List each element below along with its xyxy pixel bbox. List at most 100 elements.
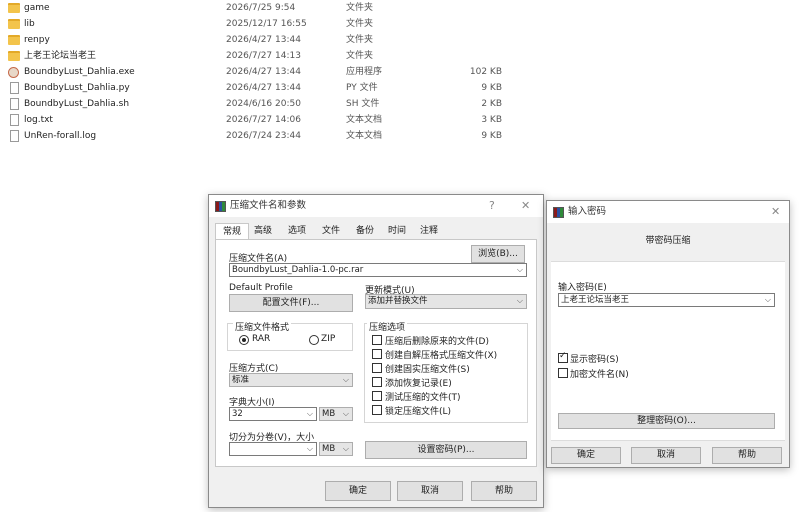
file-size: 2 KB	[481, 99, 502, 109]
method-select[interactable]: 标准 ⌵	[229, 373, 353, 387]
tab-comment[interactable]: 注释	[415, 223, 443, 239]
show-password-checkbox[interactable]	[558, 351, 568, 363]
file-name: log.txt	[24, 115, 53, 125]
file-row[interactable]: UnRen-forall.log 2026/7/24 23:44 文本文档 9 KB	[0, 128, 560, 144]
option-checkbox[interactable]	[372, 391, 382, 401]
file-row[interactable]: log.txt 2026/7/27 14:06 文本文档 3 KB	[0, 112, 560, 128]
option-checkbox[interactable]	[372, 349, 382, 359]
file-size: 9 KB	[481, 131, 502, 141]
archive-name-value: BoundbyLust_Dahlia-1.0-pc.rar	[232, 265, 364, 275]
update-mode-select[interactable]: 添加并替换文件 ⌵	[365, 294, 527, 309]
tab-time[interactable]: 时间	[383, 223, 411, 239]
file-type: 文件夹	[346, 3, 374, 13]
password-help-button[interactable]: 帮助	[712, 447, 782, 464]
file-name: game	[24, 3, 50, 13]
close-icon[interactable]: ✕	[521, 195, 530, 217]
file-date: 2026/7/27 14:06	[226, 115, 301, 125]
file-row[interactable]: renpy 2026/4/27 13:44 文件夹	[0, 32, 560, 48]
folder-icon	[8, 19, 20, 29]
file-name: BoundbyLust_Dahlia.py	[24, 83, 130, 93]
option-checkbox[interactable]	[372, 363, 382, 373]
default-profile-label: Default Profile	[229, 283, 293, 293]
option-checkbox[interactable]	[372, 377, 382, 387]
close-icon[interactable]: ✕	[771, 201, 780, 223]
file-name: BoundbyLust_Dahlia.exe	[24, 67, 135, 77]
password-cancel-button[interactable]: 取消	[631, 447, 701, 464]
file-icon	[10, 82, 19, 94]
option-label: 创建固实压缩文件(S)	[385, 365, 470, 375]
file-type: 文件夹	[346, 35, 374, 45]
password-ok-button[interactable]: 确定	[551, 447, 621, 464]
option-label: 压缩后删除原来的文件(D)	[385, 337, 489, 347]
winrar-icon	[215, 201, 226, 212]
file-icon	[10, 114, 19, 126]
method-value: 标准	[232, 375, 250, 385]
dialog-titlebar[interactable]: 压缩文件名和参数 ? ✕	[209, 195, 543, 217]
dict-size-combo[interactable]: 32 ⌵	[229, 407, 317, 421]
chevron-down-icon: ⌵	[516, 265, 523, 274]
tab-advanced[interactable]: 高级	[249, 223, 277, 239]
file-date: 2024/6/16 20:50	[226, 99, 301, 109]
folder-icon	[8, 35, 20, 45]
tab-backup[interactable]: 备份	[351, 223, 379, 239]
file-row[interactable]: 上老王论坛当老王 2026/7/27 14:13 文件夹	[0, 48, 560, 64]
password-heading: 带密码压缩	[645, 236, 691, 246]
file-date: 2026/4/27 13:44	[226, 67, 301, 77]
dialog-title: 压缩文件名和参数	[230, 200, 307, 211]
winrar-icon	[553, 207, 564, 218]
file-type: 文件夹	[346, 19, 374, 29]
cancel-button[interactable]: 取消	[397, 481, 463, 501]
split-size-combo[interactable]: ⌵	[229, 442, 317, 456]
format-rar-radio[interactable]	[239, 335, 249, 345]
file-type: 应用程序	[346, 67, 383, 77]
password-label: 输入密码(E)	[558, 283, 607, 293]
file-icon	[10, 98, 19, 110]
archive-name-combo[interactable]: BoundbyLust_Dahlia-1.0-pc.rar ⌵	[229, 263, 527, 277]
format-zip-radio[interactable]	[309, 335, 319, 345]
file-row[interactable]: BoundbyLust_Dahlia.exe 2026/4/27 13:44 应用程…	[0, 64, 560, 80]
tab-files[interactable]: 文件	[317, 223, 345, 239]
format-rar-label: RAR	[252, 334, 271, 344]
option-label: 锁定压缩文件(L)	[385, 407, 452, 417]
chevron-down-icon: ⌵	[342, 375, 349, 384]
set-password-button[interactable]: 设置密码(P)...	[365, 441, 527, 459]
show-password-label: 显示密码(S)	[570, 355, 619, 365]
tab-options[interactable]: 选项	[283, 223, 311, 239]
encrypt-names-checkbox[interactable]	[558, 368, 568, 378]
option-checkbox[interactable]	[372, 335, 382, 345]
password-value: 上老王论坛当老王	[561, 295, 630, 305]
browse-button[interactable]: 浏览(B)...	[471, 245, 525, 263]
folder-icon	[8, 3, 20, 13]
file-name: UnRen-forall.log	[24, 131, 97, 141]
file-date: 2025/12/17 16:55	[226, 19, 307, 29]
option-checkbox[interactable]	[372, 405, 382, 415]
profiles-button[interactable]: 配置文件(F)...	[229, 294, 353, 312]
file-row[interactable]: game 2026/7/25 9:54 文件夹	[0, 0, 560, 16]
organize-passwords-button[interactable]: 整理密码(O)...	[558, 413, 775, 429]
file-type: 文本文档	[346, 115, 383, 125]
help-icon[interactable]: ?	[489, 195, 495, 217]
file-row[interactable]: lib 2025/12/17 16:55 文件夹	[0, 16, 560, 32]
option-label: 创建自解压格式压缩文件(X)	[385, 351, 498, 361]
help-button[interactable]: 帮助	[471, 481, 537, 501]
file-name: lib	[24, 19, 35, 29]
split-unit-select[interactable]: MB ⌵	[319, 442, 353, 456]
file-row[interactable]: BoundbyLust_Dahlia.sh 2024/6/16 20:50 SH 文…	[0, 96, 560, 112]
format-zip-label: ZIP	[321, 334, 336, 344]
exe-icon	[8, 67, 19, 78]
file-date: 2026/7/27 14:13	[226, 51, 301, 61]
file-type: PY 文件	[346, 83, 378, 93]
file-name: 上老王论坛当老王	[24, 51, 97, 61]
tab-general[interactable]: 常规	[215, 223, 249, 240]
file-date: 2026/7/24 23:44	[226, 131, 301, 141]
file-row[interactable]: BoundbyLust_Dahlia.py 2026/4/27 13:44 PY 文…	[0, 80, 560, 96]
ok-button[interactable]: 确定	[325, 481, 391, 501]
file-date: 2026/7/25 9:54	[226, 3, 296, 13]
dict-unit-select[interactable]: MB ⌵	[319, 407, 353, 421]
tab-strip: 常规 高级 选项 文件 备份 时间 注释	[215, 223, 537, 240]
password-titlebar[interactable]: 输入密码 ✕	[547, 201, 789, 223]
folder-icon	[8, 51, 20, 61]
option-label: 添加恢复记录(E)	[385, 379, 452, 389]
password-input[interactable]: 上老王论坛当老王 ⌵	[558, 293, 775, 307]
file-name: renpy	[24, 35, 50, 45]
